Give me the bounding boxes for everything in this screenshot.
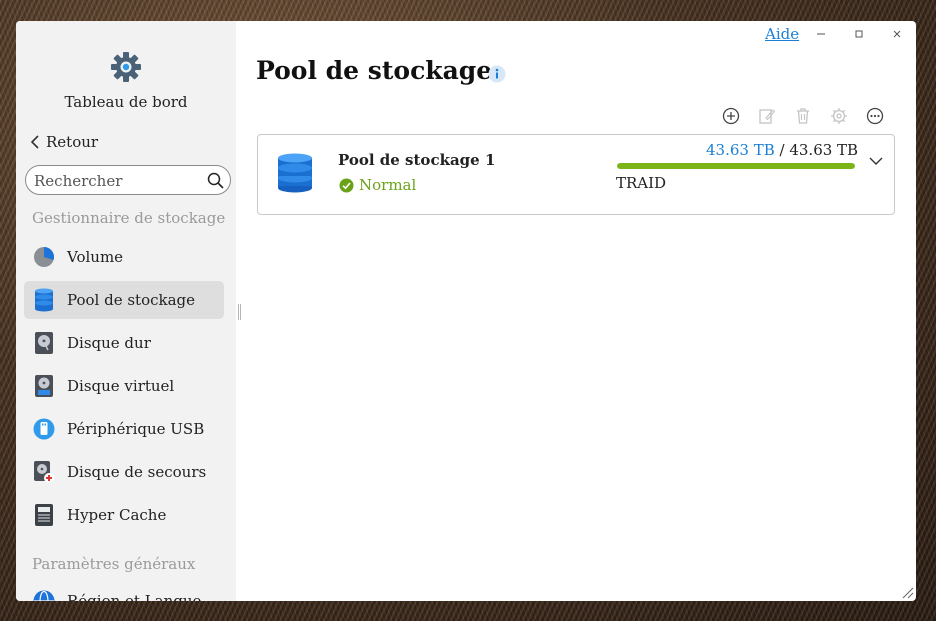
gear-icon	[111, 52, 141, 82]
usb-icon	[32, 417, 56, 441]
info-icon[interactable]	[488, 65, 506, 83]
sidebar-item-spare-disk[interactable]: Disque de secours	[24, 453, 224, 491]
sidebar-item-usb-device[interactable]: Périphérique USB	[24, 410, 224, 448]
search-box	[25, 165, 231, 195]
spare-disk-icon	[32, 460, 56, 484]
sidebar-item-label: Région et Langue	[67, 592, 202, 601]
sidebar-item-region-language[interactable]: Région et Langue	[24, 582, 224, 601]
storage-manager-window: Tableau de bord Retour Gestionnaire de s…	[16, 21, 916, 601]
sidebar-item-virtual-disk[interactable]: Disque virtuel	[24, 367, 224, 405]
sidebar-item-label: Hyper Cache	[67, 506, 167, 524]
database-icon	[278, 153, 312, 193]
page-title: Pool de stockage	[256, 56, 493, 85]
sidebar-item-hyper-cache[interactable]: Hyper Cache	[24, 496, 224, 534]
globe-icon	[32, 589, 56, 601]
hard-disk-icon	[32, 331, 56, 355]
dashboard-label: Tableau de bord	[64, 93, 188, 111]
capacity-bar	[617, 163, 855, 169]
sidebar: Tableau de bord Retour Gestionnaire de s…	[16, 21, 236, 601]
pool-status: Normal	[339, 176, 416, 194]
sidebar-item-label: Disque de secours	[67, 463, 207, 481]
virtual-disk-icon	[32, 374, 56, 398]
minimize-icon[interactable]	[813, 26, 829, 42]
sidebar-item-label: Disque dur	[67, 334, 151, 352]
raid-type: TRAID	[616, 174, 667, 192]
sidebar-item-label: Volume	[67, 248, 124, 266]
search-icon[interactable]	[207, 172, 224, 189]
more-icon[interactable]	[866, 107, 884, 125]
maximize-icon[interactable]	[851, 26, 867, 42]
sidebar-item-storage-pool[interactable]: Pool de stockage	[24, 281, 224, 319]
section-storage-manager: Gestionnaire de stockage	[32, 209, 226, 227]
dashboard-link[interactable]: Tableau de bord	[16, 51, 236, 111]
capacity-readout: 43.63 TB / 43.63 TB	[706, 141, 858, 159]
cache-icon	[32, 503, 56, 527]
delete-icon[interactable]	[794, 107, 812, 125]
capacity-separator: /	[774, 141, 790, 159]
storage-pool-card[interactable]: Pool de stockage 1 Normal 43.63 TB / 43.…	[257, 134, 895, 215]
section-general-settings: Paramètres généraux	[32, 555, 196, 573]
sidebar-item-label: Périphérique USB	[67, 420, 205, 438]
chevron-down-icon[interactable]	[869, 156, 883, 166]
search-input[interactable]	[34, 171, 204, 191]
pie-volume-icon	[32, 245, 56, 269]
sidebar-item-hard-disk[interactable]: Disque dur	[24, 324, 224, 362]
sidebar-item-label: Disque virtuel	[67, 377, 175, 395]
back-label: Retour	[46, 133, 99, 151]
database-icon	[32, 288, 56, 312]
sidebar-item-label: Pool de stockage	[67, 291, 196, 309]
check-circle-icon	[339, 178, 354, 192]
pool-name: Pool de stockage 1	[338, 151, 496, 169]
pool-status-label: Normal	[359, 176, 417, 194]
sidebar-item-volume[interactable]: Volume	[24, 238, 224, 276]
total-capacity: 43.63 TB	[789, 141, 859, 159]
chevron-left-icon	[30, 135, 39, 149]
close-icon[interactable]	[889, 26, 905, 42]
sidebar-resize-handle[interactable]	[238, 304, 241, 320]
help-link[interactable]: Aide	[765, 25, 799, 43]
back-button[interactable]: Retour	[30, 133, 98, 151]
settings-icon[interactable]	[830, 107, 848, 125]
edit-icon[interactable]	[758, 107, 776, 125]
used-capacity: 43.63 TB	[706, 141, 775, 159]
add-icon[interactable]	[722, 107, 740, 125]
resize-grip-icon[interactable]	[900, 585, 914, 599]
capacity-bar-fill	[617, 163, 855, 169]
